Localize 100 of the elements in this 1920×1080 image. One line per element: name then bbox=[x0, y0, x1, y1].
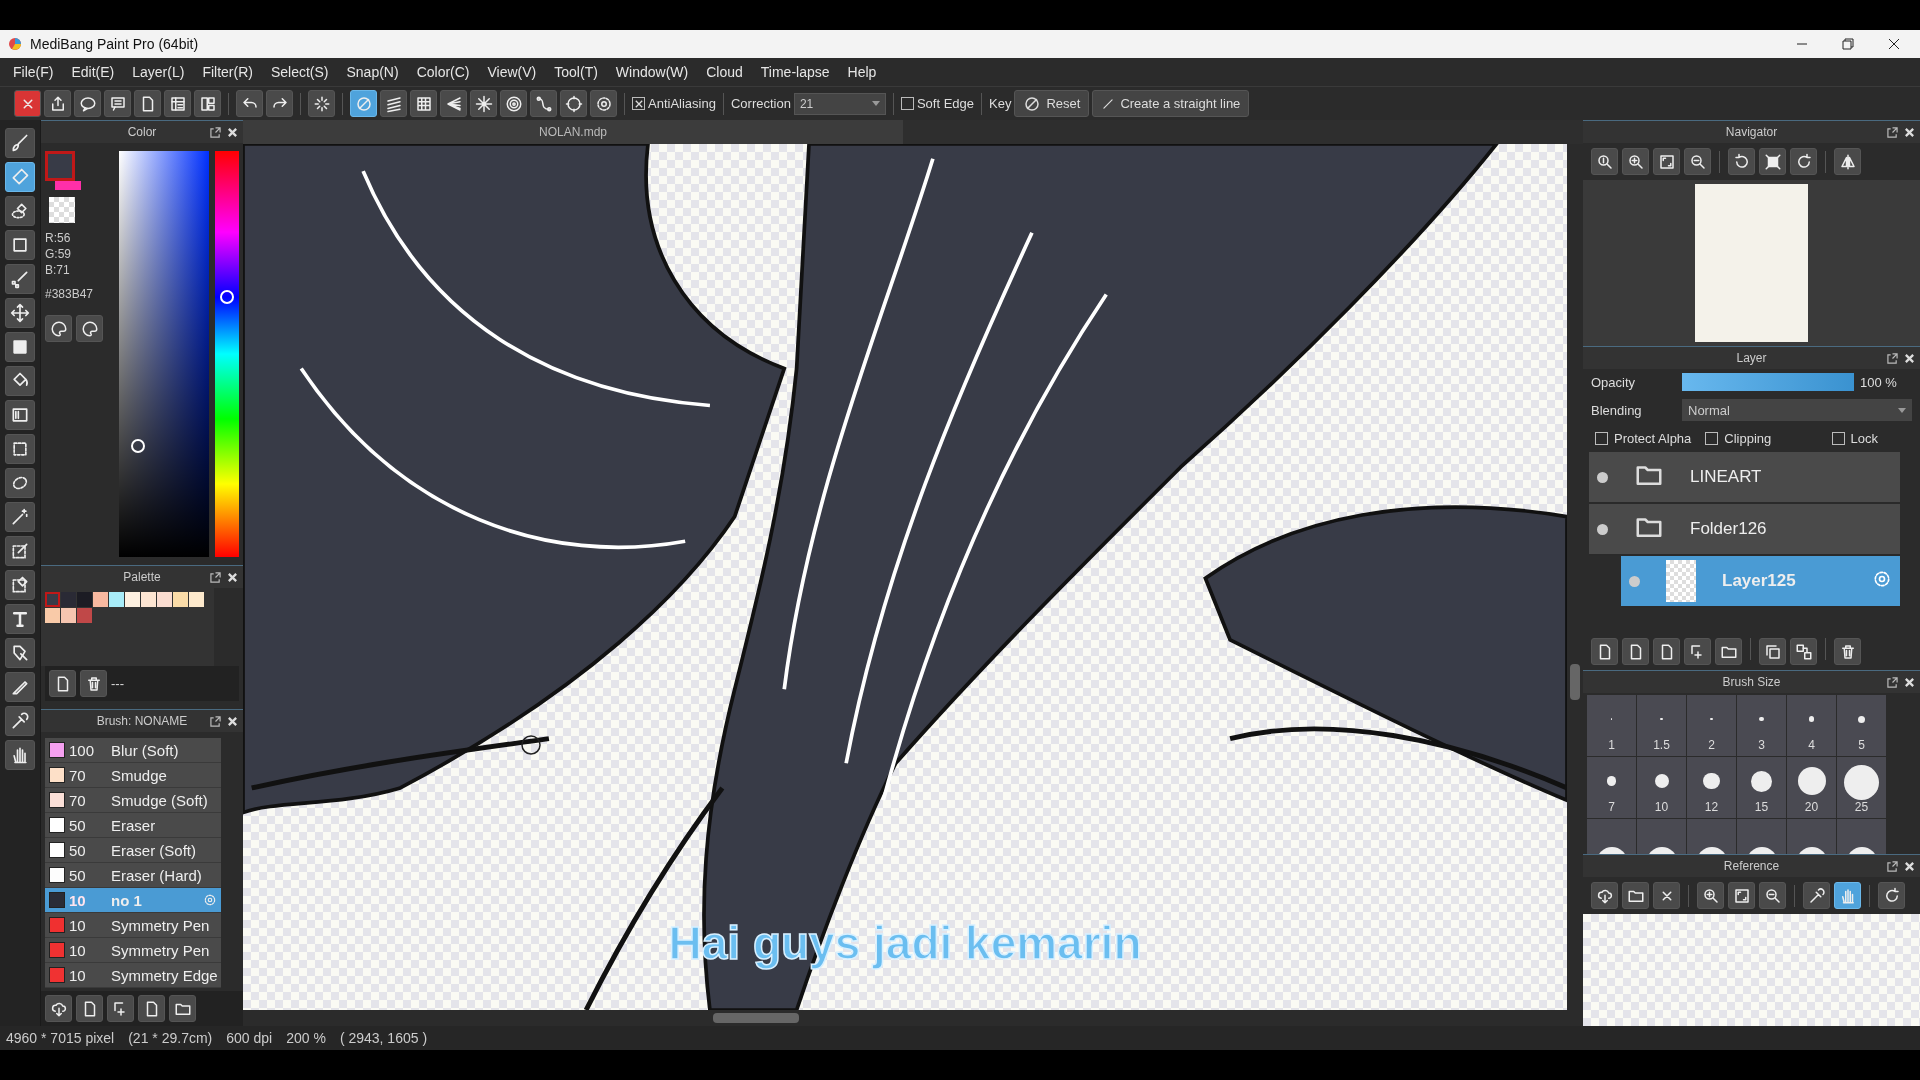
fit-window-button[interactable] bbox=[1759, 148, 1786, 175]
brush-item[interactable]: 10 Symmetry Pen bbox=[45, 938, 221, 963]
note-button[interactable] bbox=[104, 90, 131, 117]
fit-button[interactable] bbox=[1728, 882, 1755, 909]
page-button[interactable] bbox=[138, 995, 165, 1022]
palette-swatch[interactable] bbox=[157, 592, 172, 607]
straight-line-button[interactable]: Create a straight line bbox=[1092, 90, 1250, 117]
bucket-button[interactable] bbox=[5, 366, 35, 396]
text-button[interactable] bbox=[5, 604, 35, 634]
undock-icon[interactable] bbox=[210, 126, 221, 138]
background-color-swatch[interactable] bbox=[55, 181, 81, 190]
undock-icon[interactable] bbox=[1887, 676, 1898, 688]
concentric-circles-button[interactable] bbox=[500, 90, 527, 117]
brush-size-cell[interactable]: 2 bbox=[1687, 695, 1736, 756]
brush-item[interactable]: 50 Eraser (Soft) bbox=[45, 838, 221, 863]
dot-pen-button[interactable] bbox=[5, 264, 35, 294]
folder-button[interactable] bbox=[1715, 638, 1742, 665]
gradient-button[interactable] bbox=[5, 400, 35, 430]
undock-icon[interactable] bbox=[1887, 860, 1898, 872]
brush-size-cell[interactable]: 15 bbox=[1737, 757, 1786, 818]
curve-button[interactable] bbox=[530, 90, 557, 117]
palette-button[interactable] bbox=[76, 315, 103, 342]
brush-size-cell[interactable]: 10 bbox=[1637, 757, 1686, 818]
palette-swatch[interactable] bbox=[61, 592, 76, 607]
palette-swatch[interactable] bbox=[93, 592, 108, 607]
layer-row[interactable]: LINEART bbox=[1589, 452, 1900, 504]
menu-item[interactable]: View(V) bbox=[478, 64, 546, 80]
opacity-slider[interactable] bbox=[1682, 373, 1854, 391]
layout-button[interactable] bbox=[194, 90, 221, 117]
brush-size-cell[interactable]: 7 bbox=[1587, 757, 1636, 818]
undock-icon[interactable] bbox=[1887, 126, 1898, 138]
menu-item[interactable]: File(F) bbox=[4, 64, 63, 80]
checkbox[interactable] bbox=[632, 97, 645, 110]
undo-button[interactable] bbox=[236, 90, 263, 117]
dashed-rectangle-button[interactable] bbox=[5, 434, 35, 464]
visibility-dot[interactable] bbox=[1597, 523, 1608, 535]
brush-size-cell[interactable]: 20 bbox=[1787, 757, 1836, 818]
rotate-right-button[interactable] bbox=[1790, 148, 1817, 175]
palette-swatch[interactable] bbox=[189, 592, 204, 607]
document-tab[interactable]: NOLAN.mdp bbox=[243, 120, 903, 144]
checkbox[interactable] bbox=[1831, 432, 1845, 445]
palette-swatch[interactable] bbox=[141, 592, 156, 607]
page-button[interactable] bbox=[134, 90, 161, 117]
palette-swatch[interactable] bbox=[125, 592, 140, 607]
cloud-download-button[interactable] bbox=[1591, 882, 1618, 909]
merge-button[interactable] bbox=[1790, 638, 1817, 665]
undock-icon[interactable] bbox=[210, 571, 221, 583]
undock-icon[interactable] bbox=[210, 715, 221, 727]
menu-item[interactable]: Edit(E) bbox=[62, 64, 124, 80]
correction-dropdown[interactable]: 21 bbox=[793, 92, 886, 115]
brush-button[interactable] bbox=[5, 128, 35, 158]
blending-dropdown[interactable]: Normal bbox=[1682, 399, 1912, 421]
checkbox[interactable] bbox=[1705, 432, 1719, 445]
menu-item[interactable]: Tool(T) bbox=[545, 64, 607, 80]
brush-size-cell[interactable]: 25 bbox=[1837, 757, 1886, 818]
rotate-right-button[interactable] bbox=[1878, 882, 1905, 909]
close-button[interactable] bbox=[1653, 882, 1680, 909]
zoom-out-button[interactable] bbox=[1684, 148, 1711, 175]
trash-button[interactable] bbox=[1834, 638, 1861, 665]
trash-button[interactable] bbox=[80, 670, 107, 697]
brush-size-cell[interactable]: 5 bbox=[1837, 695, 1886, 756]
list-button[interactable] bbox=[164, 90, 191, 117]
fit-button[interactable] bbox=[1653, 148, 1680, 175]
lasso-button[interactable] bbox=[5, 468, 35, 498]
hue-slider[interactable] bbox=[215, 151, 239, 557]
zoom-in-button[interactable] bbox=[1697, 882, 1724, 909]
add-layer-button[interactable] bbox=[107, 995, 134, 1022]
palette-swatch[interactable] bbox=[173, 592, 188, 607]
zoom-out-button[interactable] bbox=[1759, 882, 1786, 909]
menu-item[interactable]: Snap(N) bbox=[337, 64, 408, 80]
picker-cursor[interactable] bbox=[131, 439, 145, 453]
brush-item[interactable]: 10 Symmetry Pen bbox=[45, 913, 221, 938]
close-document-button[interactable] bbox=[14, 90, 41, 117]
speech-bubble-button[interactable] bbox=[74, 90, 101, 117]
brush-size-cell[interactable]: 4 bbox=[1787, 695, 1836, 756]
restore-icon[interactable] bbox=[1842, 38, 1854, 50]
add-layer-button[interactable] bbox=[1684, 638, 1711, 665]
undock-icon[interactable] bbox=[1887, 352, 1898, 364]
transparent-swatch[interactable] bbox=[49, 197, 75, 223]
palette-swatch[interactable] bbox=[45, 592, 60, 607]
square-button[interactable] bbox=[5, 230, 35, 260]
rotate-left-button[interactable] bbox=[1728, 148, 1755, 175]
page-button[interactable] bbox=[1622, 638, 1649, 665]
menu-item[interactable]: Window(W) bbox=[606, 64, 698, 80]
saturation-value-picker[interactable] bbox=[119, 151, 209, 557]
move-button[interactable] bbox=[5, 298, 35, 328]
page-button[interactable] bbox=[76, 995, 103, 1022]
page-button[interactable] bbox=[1653, 638, 1680, 665]
folder-button[interactable] bbox=[169, 995, 196, 1022]
lasso-eraser-button[interactable] bbox=[5, 196, 35, 226]
brush-item[interactable]: 100 Blur (Soft) bbox=[45, 738, 221, 763]
checkbox[interactable] bbox=[1595, 432, 1608, 445]
foreground-color-swatch[interactable] bbox=[45, 151, 75, 181]
hue-thumb[interactable] bbox=[220, 290, 234, 305]
menu-item[interactable]: Time-lapse bbox=[751, 64, 839, 80]
menu-item[interactable]: Layer(L) bbox=[123, 64, 194, 80]
brush-item[interactable]: 70 Smudge (Soft) bbox=[45, 788, 221, 813]
page-button[interactable] bbox=[1591, 638, 1618, 665]
grid-button[interactable] bbox=[410, 90, 437, 117]
cloud-download-button[interactable] bbox=[45, 995, 72, 1022]
